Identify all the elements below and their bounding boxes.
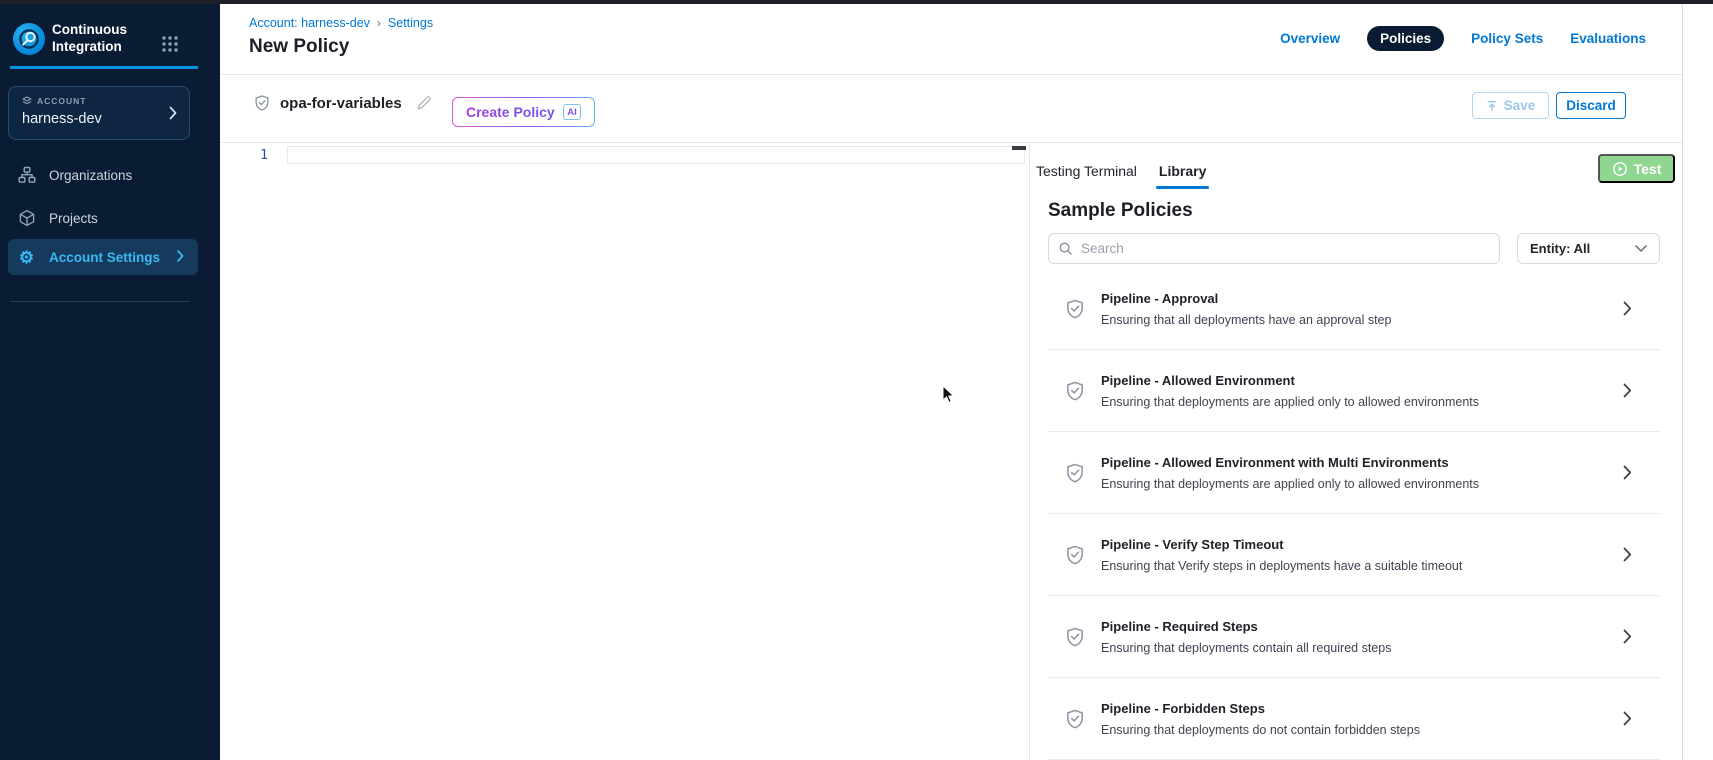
- sample-policy-row[interactable]: Pipeline - Required Steps Ensuring that …: [1048, 596, 1660, 678]
- policy-shield-icon: [1064, 708, 1086, 730]
- search-icon: [1058, 241, 1073, 256]
- policy-code-editor[interactable]: 1: [220, 143, 1029, 760]
- sample-policies-list: Pipeline - Approval Ensuring that all de…: [1048, 268, 1660, 760]
- toolbar-actions: Save Discard: [1472, 92, 1626, 119]
- sidebar-item-projects[interactable]: Projects: [0, 200, 220, 236]
- chevron-right-icon: [177, 250, 184, 265]
- product-name: Continuous Integration: [52, 21, 127, 55]
- account-selector[interactable]: ACCOUNT harness-dev: [8, 86, 190, 140]
- chevron-right-icon[interactable]: [1623, 301, 1632, 316]
- chevron-right-icon[interactable]: [1623, 711, 1632, 726]
- policy-shield-icon: [253, 94, 271, 112]
- entity-filter-select[interactable]: Entity: All: [1517, 233, 1660, 264]
- sidebar-item-label: Organizations: [49, 168, 132, 183]
- org-chart-icon: [17, 166, 36, 184]
- account-label: ACCOUNT: [22, 96, 87, 106]
- policy-title: Pipeline - Verify Step Timeout: [1101, 537, 1462, 552]
- sidebar-item-label: Projects: [49, 211, 98, 226]
- policy-identity: opa-for-variables: [253, 94, 432, 112]
- ci-logo-glyph: [18, 28, 40, 50]
- search-box: [1048, 233, 1500, 264]
- active-tab-underline: [1156, 186, 1209, 189]
- sidebar: Continuous Integration ACCOUNT harness-d…: [0, 4, 220, 760]
- policy-nav-tabs: Overview Policies Policy Sets Evaluation…: [1280, 25, 1646, 51]
- sidebar-item-organizations[interactable]: Organizations: [0, 157, 220, 193]
- policy-description: Ensuring that Verify steps in deployment…: [1101, 559, 1462, 573]
- test-button[interactable]: Test: [1598, 154, 1675, 183]
- policy-shield-icon: [1064, 298, 1086, 320]
- sample-policy-row[interactable]: Pipeline - Allowed Environment with Mult…: [1048, 432, 1660, 514]
- library-panel: Testing Terminal Library Test Sample Pol…: [1030, 143, 1682, 760]
- harness-ci-logo[interactable]: [13, 23, 45, 55]
- gear-icon: ⚙: [17, 249, 36, 266]
- ai-badge: AI: [563, 104, 582, 120]
- policy-description: Ensuring that all deployments have an ap…: [1101, 313, 1391, 327]
- page-header: Account: harness-dev › Settings New Poli…: [220, 4, 1682, 75]
- play-circle-icon: [1612, 161, 1628, 177]
- sidebar-item-label: Account Settings: [49, 250, 160, 265]
- chevron-right-icon[interactable]: [1623, 547, 1632, 562]
- policy-name: opa-for-variables: [280, 95, 402, 112]
- policy-title: Pipeline - Allowed Environment with Mult…: [1101, 455, 1479, 470]
- policy-description: Ensuring that deployments are applied on…: [1101, 477, 1479, 491]
- policy-shield-icon: [1064, 462, 1086, 484]
- sample-policies-heading: Sample Policies: [1048, 200, 1193, 222]
- policy-description: Ensuring that deployments do not contain…: [1101, 723, 1420, 737]
- tab-policies[interactable]: Policies: [1367, 26, 1444, 51]
- sample-policy-row[interactable]: Pipeline - Approval Ensuring that all de…: [1048, 268, 1660, 350]
- tab-evaluations[interactable]: Evaluations: [1570, 31, 1646, 46]
- search-input[interactable]: [1048, 233, 1500, 264]
- sample-policy-row[interactable]: Pipeline - Forbidden Steps Ensuring that…: [1048, 678, 1660, 760]
- breadcrumb: Account: harness-dev › Settings: [249, 16, 433, 30]
- chevron-right-icon[interactable]: [1623, 465, 1632, 480]
- policy-title: Pipeline - Approval: [1101, 291, 1391, 306]
- breadcrumb-account-link[interactable]: Account: harness-dev: [249, 16, 370, 30]
- save-upload-icon: [1486, 100, 1498, 112]
- account-name: harness-dev: [22, 111, 102, 127]
- chevron-right-icon[interactable]: [1623, 629, 1632, 644]
- save-button[interactable]: Save: [1472, 92, 1549, 119]
- policy-title: Pipeline - Forbidden Steps: [1101, 701, 1420, 716]
- sidebar-divider: [10, 301, 190, 302]
- editor-minimap-mark: [1012, 146, 1026, 150]
- breadcrumb-settings-link[interactable]: Settings: [388, 16, 433, 30]
- layers-icon: [22, 96, 32, 106]
- policy-toolbar: opa-for-variables Create Policy AI Save …: [220, 75, 1682, 143]
- sample-policy-row[interactable]: Pipeline - Allowed Environment Ensuring …: [1048, 350, 1660, 432]
- discard-button[interactable]: Discard: [1556, 92, 1626, 119]
- tab-library[interactable]: Library: [1159, 163, 1206, 189]
- create-policy-button[interactable]: Create Policy AI: [452, 97, 595, 127]
- policy-shield-icon: [1064, 380, 1086, 402]
- page-title: New Policy: [249, 36, 349, 58]
- editor-active-line[interactable]: [287, 146, 1025, 164]
- tab-testing-terminal[interactable]: Testing Terminal: [1036, 163, 1137, 189]
- policy-shield-icon: [1064, 544, 1086, 566]
- policy-shield-icon: [1064, 626, 1086, 648]
- cube-icon: [17, 209, 36, 227]
- policy-description: Ensuring that deployments are applied on…: [1101, 395, 1479, 409]
- policy-description: Ensuring that deployments contain all re…: [1101, 641, 1391, 655]
- breadcrumb-separator: ›: [377, 16, 381, 30]
- policy-title: Pipeline - Allowed Environment: [1101, 373, 1479, 388]
- module-accent-rule: [10, 66, 198, 69]
- tab-overview[interactable]: Overview: [1280, 31, 1340, 46]
- policy-title: Pipeline - Required Steps: [1101, 619, 1391, 634]
- tab-policy-sets[interactable]: Policy Sets: [1471, 31, 1543, 46]
- sample-policy-row[interactable]: Pipeline - Verify Step Timeout Ensuring …: [1048, 514, 1660, 596]
- chevron-right-icon: [169, 106, 177, 125]
- chevron-down-icon: [1635, 245, 1647, 253]
- panel-tabs: Testing Terminal Library: [1036, 163, 1206, 189]
- right-gutter: [1682, 4, 1713, 760]
- editor-line-number: 1: [252, 148, 268, 163]
- sidebar-item-account-settings[interactable]: ⚙ Account Settings: [8, 239, 198, 275]
- chevron-right-icon[interactable]: [1623, 383, 1632, 398]
- module-grid-icon[interactable]: [161, 35, 179, 58]
- edit-pencil-icon[interactable]: [416, 95, 432, 111]
